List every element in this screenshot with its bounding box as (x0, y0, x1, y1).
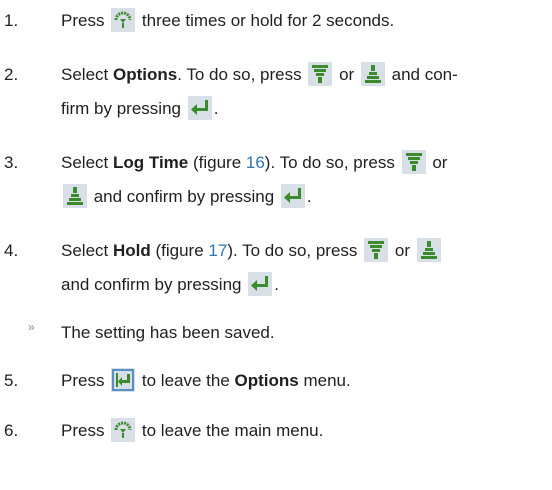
menu-item-name: Options (234, 371, 299, 390)
step-text-part: (figure (188, 153, 246, 172)
step-text-part: Select (61, 241, 113, 260)
step-text-part: (figure (150, 241, 209, 260)
step-text-part: or (334, 65, 359, 84)
up-arrow-icon (63, 184, 87, 208)
step-number: 2. (4, 65, 19, 84)
menu-item-name: Log Time (112, 153, 189, 172)
step-text-part: Select (61, 65, 113, 84)
step-text-part: Press (61, 371, 110, 390)
result-text: The setting has been saved. (61, 323, 275, 342)
menu-item-name: Hold (112, 241, 151, 260)
step-text-part: or (390, 241, 415, 260)
enter-icon (248, 272, 273, 296)
step-text-part: ). To do so, press (264, 153, 400, 172)
menu-item-name: Options (112, 65, 178, 84)
enter-icon (280, 184, 305, 208)
step-number: 5. (4, 371, 19, 390)
step-text: Select Log Time (figure 16). To do so, p… (61, 146, 536, 214)
step-number: 1. (4, 11, 19, 30)
enter-icon (187, 96, 212, 120)
step-text-part: . (274, 275, 279, 294)
step-text-part: or (427, 153, 448, 172)
back-icon (111, 368, 136, 392)
step-text: Select Hold (figure 17). To do so, press… (61, 234, 536, 302)
step-text: Press to leave the Options menu. (61, 364, 536, 398)
down-arrow-icon (364, 238, 389, 262)
down-arrow-icon (401, 150, 426, 174)
figure-link[interactable]: 16 (246, 153, 265, 172)
step-text-part: and confirm by pressing (89, 187, 279, 206)
step-number: 6. (4, 421, 19, 440)
step-text-part: ). To do so, press (227, 241, 363, 260)
step-text-part: and con- (386, 65, 458, 84)
up-arrow-icon (416, 238, 441, 262)
figure-link[interactable]: 17 (208, 241, 227, 260)
step-text: Press three times or hold for 2 seconds. (61, 4, 536, 38)
step-text-part: Press (61, 11, 110, 30)
step-text: Select Options. To do so, press or and c… (61, 58, 536, 126)
step-text-part: menu. (298, 371, 351, 390)
step-text-part: Press (61, 421, 110, 440)
step-text-part: and confirm by pressing (61, 275, 247, 294)
step-text-part: . (306, 187, 312, 206)
down-arrow-icon (308, 62, 333, 86)
step-text-part: three times or hold for 2 seconds. (137, 11, 395, 30)
step-text-part: to leave the main menu. (137, 421, 324, 440)
step-number: 4. (4, 241, 19, 260)
step-text-part: Select (61, 153, 113, 172)
step-text: Press to leave the main menu. (61, 414, 536, 448)
step-text-part: . (213, 99, 219, 118)
step-text-part: to leave the (137, 371, 235, 390)
menu-icon (111, 8, 136, 32)
menu-icon (111, 418, 136, 442)
step-text-part: . To do so, press (177, 65, 307, 84)
step-number: 3. (4, 153, 19, 172)
step-text-part: firm by pressing (61, 99, 186, 118)
up-arrow-icon (360, 62, 385, 86)
result-bullet-icon: » (28, 320, 35, 334)
